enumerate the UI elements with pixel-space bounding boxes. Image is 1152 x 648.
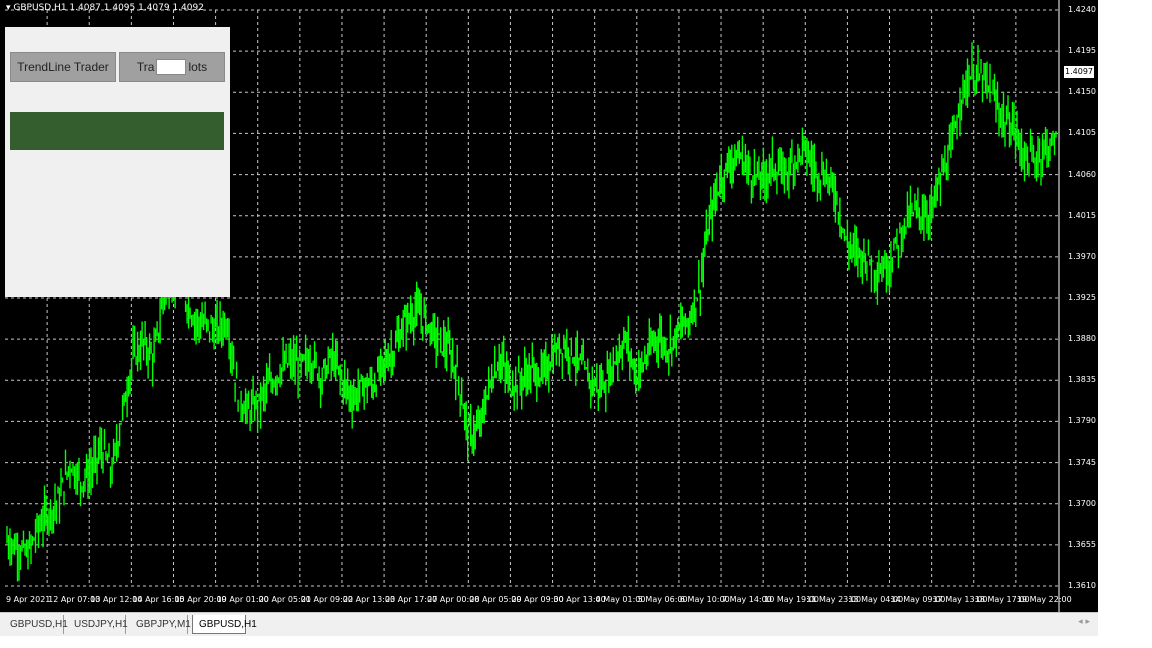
time-axis-label: 9 Apr 2021 [6,595,51,604]
price-axis-label: 1.4195 [1068,46,1096,56]
lots-prefix-label: Tra [136,60,155,74]
chart-tab-bar: GBPUSD,H1 USDJPY,H1 GBPJPY,M1 GBPUSD,H1 ◂ ▸ [0,612,1098,636]
lots-control: Tra lots [119,52,225,82]
tab-scroll-arrows[interactable]: ◂ ▸ [1078,617,1090,627]
lots-suffix-label: lots [188,60,208,74]
price-axis-label: 1.4240 [1068,5,1096,14]
current-price-marker: 1.4097 [1064,66,1094,78]
lot-size-input[interactable] [156,59,187,75]
price-axis-label: 1.3925 [1068,293,1096,302]
price-axis-label: 1.3745 [1068,457,1096,467]
price-axis-label: 1.4150 [1068,87,1096,97]
price-axis-label: 1.3655 [1068,539,1096,549]
chart-tab[interactable]: GBPUSD,H1 [192,615,257,634]
price-chart[interactable]: ▾ GBPUSD,H1 1.4087 1.4095 1.4079 1.4092 … [0,0,1098,612]
price-axis-label: 1.3835 [1068,375,1096,385]
price-axis-label: 1.3700 [1068,498,1096,508]
price-axis-label: 1.3790 [1068,416,1096,426]
status-indicator [10,112,224,150]
chart-tab[interactable]: USDJPY,H1 [68,615,128,634]
price-axis-label: 1.3970 [1068,251,1096,261]
chart-tab[interactable]: GBPJPY,M1 [130,615,191,634]
trendline-trader-button[interactable]: TrendLine Trader [10,52,116,82]
price-axis-label: 1.4105 [1068,128,1096,138]
price-axis-label: 1.3610 [1068,581,1096,590]
price-axis-label: 1.4015 [1068,210,1096,220]
time-axis-label: 19 May 22:00 [1016,595,1072,604]
chart-tab[interactable]: GBPUSD,H1 [4,615,68,634]
ea-control-panel: TrendLine Trader Tra lots [5,27,230,297]
price-axis-label: 1.3880 [1068,334,1096,344]
price-axis-label: 1.4060 [1068,169,1096,179]
symbol-info-label: ▾ GBPUSD,H1 1.4087 1.4095 1.4079 1.4092 [6,3,204,13]
